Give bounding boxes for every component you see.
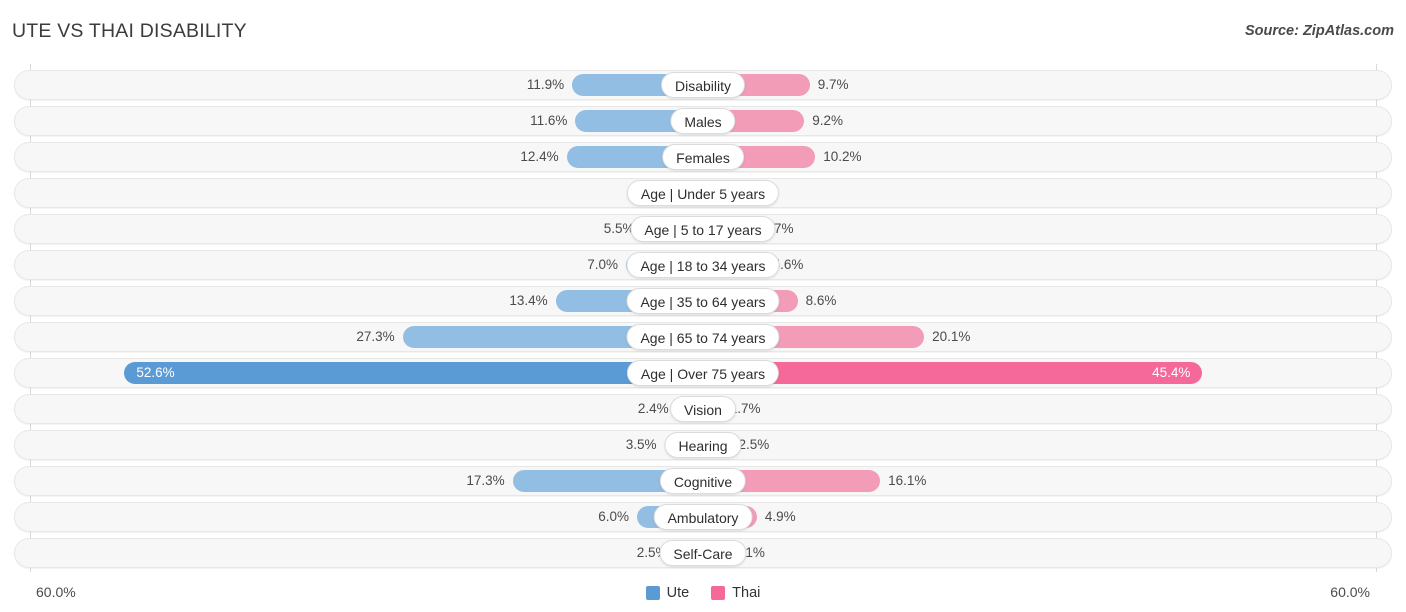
chart-row[interactable]: 5.5% 4.7% Age | 5 to 17 years (14, 214, 1392, 244)
value-label-ute: 52.6% (136, 365, 175, 380)
category-label[interactable]: Females (662, 144, 744, 170)
value-label-thai: 9.2% (812, 113, 843, 128)
chart-row[interactable]: 7.0% 5.6% Age | 18 to 34 years (14, 250, 1392, 280)
source-attribution: Source: ZipAtlas.com (1244, 23, 1394, 39)
value-label-thai: 45.4% (1152, 365, 1191, 380)
category-label[interactable]: Age | 35 to 64 years (626, 288, 780, 314)
legend-item-ute[interactable]: Ute (645, 585, 690, 601)
legend-swatch-thai (711, 586, 726, 600)
chart-row[interactable]: 2.4% 1.7% Vision (14, 394, 1392, 424)
category-label[interactable]: Ambulatory (653, 504, 753, 530)
category-label[interactable]: Age | Under 5 years (626, 180, 780, 206)
value-label-thai: 16.1% (888, 473, 927, 488)
value-label-ute: 5.5% (603, 221, 635, 236)
chart-container: UTE VS THAI DISABILITY Source: ZipAtlas.… (0, 0, 1406, 612)
value-label-ute: 2.4% (637, 401, 669, 416)
value-label-ute: 12.4% (520, 149, 559, 164)
chart-legend: Ute Thai (0, 585, 1406, 601)
bar-ute[interactable] (124, 362, 703, 384)
legend-swatch-ute (645, 586, 660, 600)
chart-row[interactable]: 6.0% 4.9% Ambulatory (14, 502, 1392, 532)
chart-row[interactable]: 11.9% 9.7% Disability (14, 70, 1392, 100)
value-label-ute: 7.0% (587, 257, 618, 272)
chart-row[interactable]: 11.6% 9.2% Males (14, 106, 1392, 136)
chart-row[interactable]: 27.3% 20.1% Age | 65 to 74 years (14, 322, 1392, 352)
category-label[interactable]: Age | 65 to 74 years (626, 324, 780, 350)
value-label-thai: 2.5% (738, 437, 770, 452)
page-title: UTE VS THAI DISABILITY (12, 20, 247, 42)
plot-area: 11.9% 9.7% Disability 11.6% 9.2% Males 12.4% 10… (0, 64, 1406, 572)
category-label[interactable]: Age | 5 to 17 years (630, 216, 776, 242)
value-label-ute: 11.9% (526, 77, 565, 92)
value-label-ute: 3.5% (625, 437, 657, 452)
chart-row[interactable]: 2.5% 2.1% Self-Care (14, 538, 1392, 568)
value-label-thai: 20.1% (932, 329, 971, 344)
chart-row[interactable]: 3.5% 2.5% Hearing (14, 430, 1392, 460)
value-label-thai: 9.7% (817, 77, 849, 92)
value-label-ute: 2.5% (636, 545, 668, 560)
category-label[interactable]: Cognitive (659, 468, 747, 494)
chart-row[interactable]: 12.4% 10.2% Females (14, 142, 1392, 172)
value-label-thai: 10.2% (823, 149, 862, 164)
legend-label-ute: Ute (666, 585, 690, 601)
chart-row[interactable]: 0.86%1.1%Age | Under 5 years (14, 178, 1392, 208)
category-label[interactable]: Self-Care (659, 540, 747, 566)
category-label[interactable]: Males (670, 108, 736, 134)
value-label-thai: 4.9% (764, 509, 796, 524)
legend-label-thai: Thai (732, 585, 761, 601)
value-label-ute: 11.6% (530, 113, 568, 128)
value-label-ute: 27.3% (356, 329, 395, 344)
chart-row[interactable]: 52.6% 45.4% Age | Over 75 years (14, 358, 1392, 388)
value-label-ute: 6.0% (598, 509, 629, 524)
category-label[interactable]: Vision (670, 396, 736, 422)
value-label-thai: 8.6% (805, 293, 837, 308)
category-label[interactable]: Age | 18 to 34 years (626, 252, 780, 278)
category-label[interactable]: Disability (660, 72, 746, 98)
chart-row[interactable]: 17.3% 16.1% Cognitive (14, 466, 1392, 496)
legend-item-thai[interactable]: Thai (711, 585, 760, 601)
value-label-ute: 13.4% (509, 293, 548, 308)
chart-row[interactable]: 13.4% 8.6% Age | 35 to 64 years (14, 286, 1392, 316)
value-label-ute: 17.3% (466, 473, 505, 488)
category-label[interactable]: Age | Over 75 years (626, 360, 780, 386)
category-label[interactable]: Hearing (664, 432, 742, 458)
